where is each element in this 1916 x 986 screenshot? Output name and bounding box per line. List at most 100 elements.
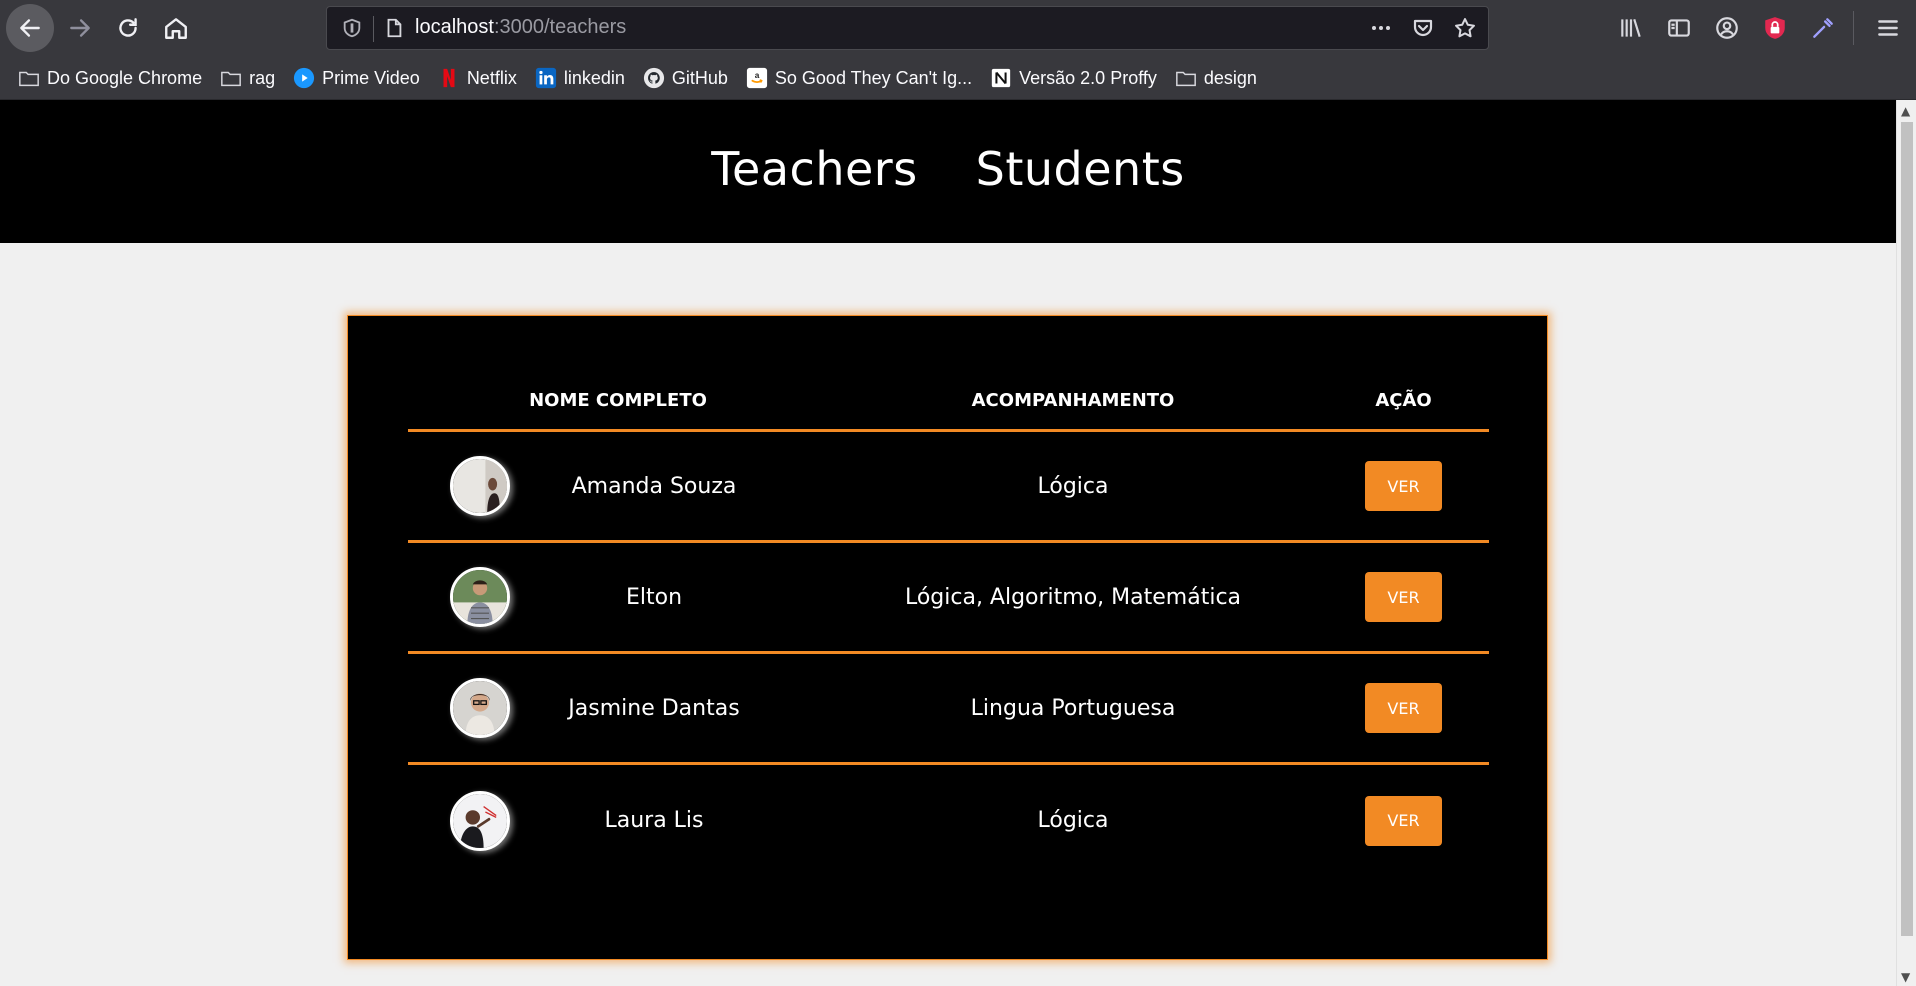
bookmark-item[interactable]: GitHub <box>643 67 728 89</box>
nav-link-teachers[interactable]: Teachers <box>711 142 917 202</box>
home-button[interactable] <box>152 4 200 52</box>
github-icon <box>643 67 665 89</box>
bookmark-label: So Good They Can't Ig... <box>774 67 973 88</box>
urlbar-divider <box>373 16 374 42</box>
library-button[interactable] <box>1617 14 1645 42</box>
extension-lock-button[interactable] <box>1761 14 1789 42</box>
vertical-scrollbar[interactable]: ▲ ▼ <box>1896 100 1916 986</box>
avatar <box>450 456 510 516</box>
nav-link-students[interactable]: Students <box>976 142 1185 202</box>
teacher-name: Jasmine Dantas <box>568 695 740 721</box>
teachers-card: NOME COMPLETO ACOMPANHAMENTO AÇÃO Amanda… <box>347 315 1548 960</box>
avatar <box>450 678 510 738</box>
ver-button[interactable]: VER <box>1365 572 1442 622</box>
bookmarks-bar: Do Google Chrome rag Prime Video Netflix… <box>0 57 1916 100</box>
reload-icon <box>119 18 137 37</box>
reload-button[interactable] <box>104 4 152 52</box>
bookmark-item[interactable]: Versão 2.0 Proffy <box>990 67 1157 89</box>
forward-button[interactable] <box>56 4 104 52</box>
table-row: Laura Lis Lógica VER <box>408 765 1489 876</box>
bookmark-label: linkedin <box>563 67 625 88</box>
bookmark-item[interactable]: design <box>1175 67 1257 89</box>
page-viewport: Teachers Students NOME COMPLETO ACOMPANH… <box>0 100 1896 986</box>
shield-icon[interactable] <box>341 17 363 39</box>
amazon-icon: a <box>746 67 768 89</box>
bookmark-item[interactable]: Prime Video <box>293 67 420 89</box>
bookmark-label: GitHub <box>671 67 728 88</box>
ver-button[interactable]: VER <box>1365 461 1442 511</box>
netflix-icon <box>438 67 460 89</box>
bookmark-item[interactable]: Do Google Chrome <box>18 67 202 89</box>
avatar <box>450 567 510 627</box>
folder-icon <box>220 67 242 89</box>
library-icon <box>1621 19 1641 37</box>
prime-video-icon <box>293 67 315 89</box>
hamburger-menu-icon <box>1878 20 1898 36</box>
page-actions-button[interactable] <box>1368 15 1394 41</box>
notion-icon <box>990 67 1012 89</box>
bookmark-item[interactable]: Netflix <box>438 67 517 89</box>
acompanhamento-cell: Lógica <box>1037 473 1109 499</box>
bookmark-item[interactable]: linkedin <box>535 67 625 89</box>
pocket-button[interactable] <box>1410 15 1436 41</box>
bookmark-item[interactable]: rag <box>220 67 275 89</box>
action-cell: VER <box>1318 572 1489 622</box>
page-icon[interactable] <box>383 17 405 39</box>
ver-button[interactable]: VER <box>1365 683 1442 733</box>
scroll-up-arrow-icon[interactable]: ▲ <box>1901 104 1910 118</box>
linkedin-icon <box>535 67 557 89</box>
table-header: NOME COMPLETO ACOMPANHAMENTO AÇÃO <box>408 372 1489 432</box>
column-header-acompanhamento: ACOMPANHAMENTO <box>971 390 1175 411</box>
pocket-icon <box>1413 19 1433 37</box>
more-horizontal-icon <box>1372 26 1390 30</box>
folder-icon <box>1175 67 1197 89</box>
teacher-name: Elton <box>625 584 683 610</box>
teacher-name: Amanda Souza <box>571 473 737 499</box>
bookmark-label: design <box>1203 67 1257 88</box>
acompanhamento-cell: Lingua Portuguesa <box>970 695 1176 721</box>
name-cell: Laura Lis <box>408 790 828 851</box>
bookmark-label: Versão 2.0 Proffy <box>1019 67 1157 88</box>
bookmark-label: rag <box>249 67 276 88</box>
teacher-name: Laura Lis <box>604 808 704 833</box>
home-icon <box>165 18 187 39</box>
bookmark-label: Do Google Chrome <box>47 67 203 88</box>
url-path: :3000/teachers <box>493 16 627 38</box>
action-cell: VER <box>1318 795 1489 846</box>
teachers-table: NOME COMPLETO ACOMPANHAMENTO AÇÃO Amanda… <box>408 372 1489 876</box>
table-row: Amanda Souza Lógica VER <box>408 432 1489 543</box>
ver-button[interactable]: VER <box>1365 795 1442 846</box>
bookmark-star-button[interactable] <box>1452 15 1478 41</box>
account-button[interactable] <box>1713 14 1741 42</box>
account-icon <box>1716 17 1738 39</box>
scrollbar-thumb[interactable] <box>1901 122 1913 936</box>
svg-text:a: a <box>755 71 760 80</box>
star-icon <box>1455 18 1475 38</box>
menu-button[interactable] <box>1874 14 1902 42</box>
scroll-down-arrow-icon[interactable]: ▼ <box>1901 970 1910 984</box>
folder-icon <box>18 67 40 89</box>
arrow-right-icon <box>70 19 90 37</box>
sidebar-icon <box>1668 19 1690 37</box>
bookmark-label: Prime Video <box>322 67 420 88</box>
address-bar[interactable]: localhost:3000/teachers <box>326 6 1489 50</box>
sidebar-button[interactable] <box>1665 14 1693 42</box>
name-cell: Jasmine Dantas <box>408 678 828 738</box>
back-button[interactable] <box>6 4 54 52</box>
eyedropper-button[interactable] <box>1809 14 1837 42</box>
urlbar-actions <box>1368 15 1478 41</box>
action-cell: VER <box>1318 461 1489 511</box>
red-lock-icon <box>1765 17 1785 39</box>
toolbar-right <box>1597 10 1916 46</box>
acompanhamento-cell: Lógica, Algoritmo, Matemática <box>904 584 1242 610</box>
arrow-left-icon <box>20 19 40 37</box>
bookmark-item[interactable]: a So Good They Can't Ig... <box>746 67 972 89</box>
table-row: Jasmine Dantas Lingua Portuguesa VER <box>408 654 1489 765</box>
bookmark-label: Netflix <box>466 67 517 88</box>
name-cell: Amanda Souza <box>408 456 828 516</box>
url-text[interactable]: localhost:3000/teachers <box>415 16 626 39</box>
browser-toolbar: localhost:3000/teachers <box>0 0 1916 57</box>
avatar <box>450 790 510 851</box>
name-cell: Elton <box>408 567 828 627</box>
column-header-acao: AÇÃO <box>1375 390 1432 411</box>
